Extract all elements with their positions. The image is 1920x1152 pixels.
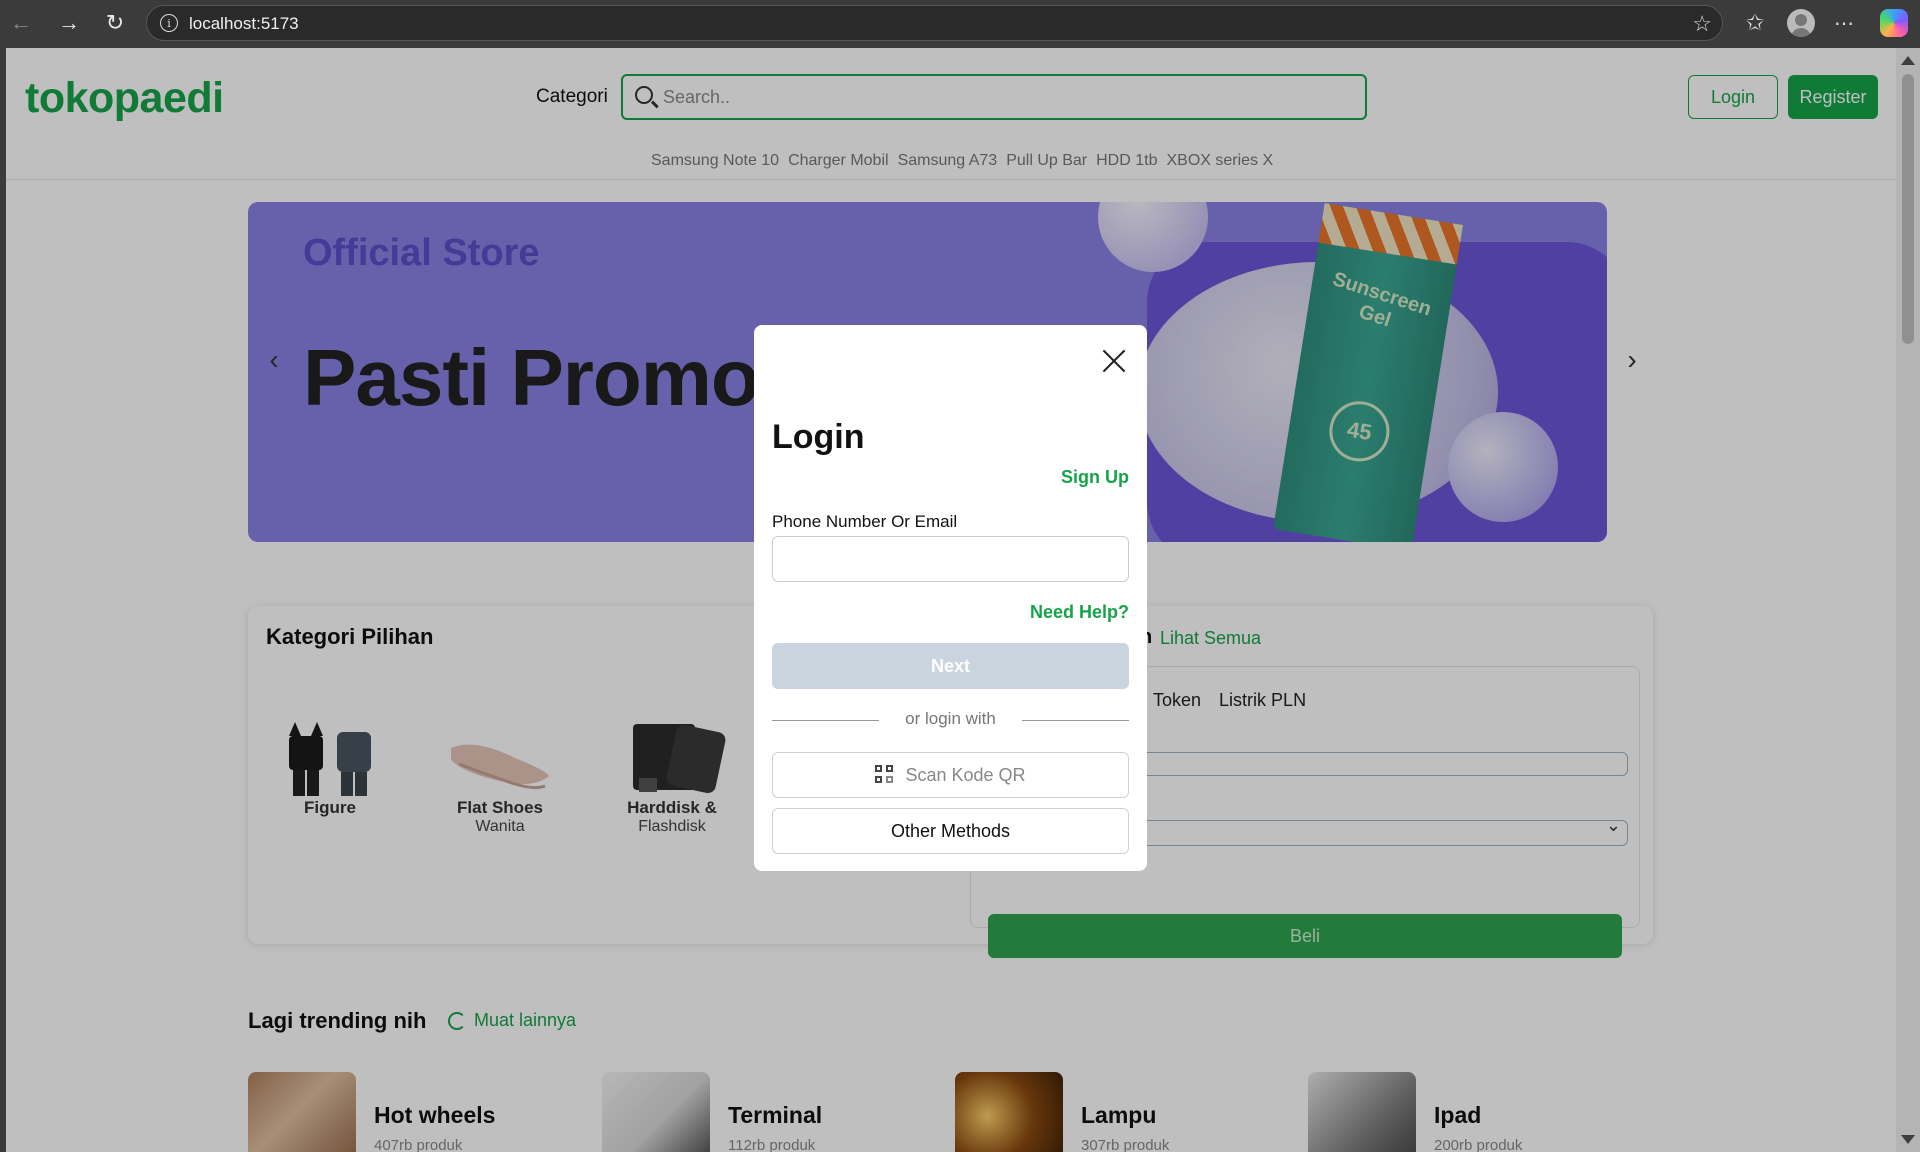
phone-email-label: Phone Number Or Email [772,512,958,531]
favorites-icon[interactable]: ✩ [1741,9,1769,37]
reload-icon[interactable]: ↻ [100,8,130,38]
or-login-divider: or login with [772,709,1129,733]
sign-up-link[interactable]: Sign Up [1061,467,1129,488]
back-icon[interactable]: ← [6,8,36,38]
phone-email-field[interactable] [772,536,1129,582]
scan-qr-button[interactable]: Scan Kode QR [772,752,1129,798]
forward-icon[interactable]: → [54,8,84,38]
copilot-icon[interactable] [1880,9,1908,37]
address-bar[interactable]: i localhost:5173 ☆ [146,5,1723,41]
favorite-star-icon[interactable]: ☆ [1692,11,1712,37]
browser-toolbar: ← → ↻ i localhost:5173 ☆ ✩ ⋯ [0,0,1920,46]
divider-text: or login with [905,709,996,728]
login-modal: Login Sign Up Phone Number Or Email Need… [754,325,1147,871]
site-info-icon[interactable]: i [160,14,178,32]
login-title: Login [772,418,865,456]
more-options-icon[interactable]: ⋯ [1830,9,1858,37]
scan-qr-label: Scan Kode QR [905,764,1026,785]
other-methods-button[interactable]: Other Methods [772,808,1129,854]
close-icon[interactable] [1100,347,1128,375]
need-help-link[interactable]: Need Help? [1030,602,1129,623]
address-url: localhost:5173 [189,14,299,33]
next-button[interactable]: Next [772,643,1129,689]
profile-avatar-icon[interactable] [1787,9,1815,37]
qr-code-icon [875,765,895,785]
